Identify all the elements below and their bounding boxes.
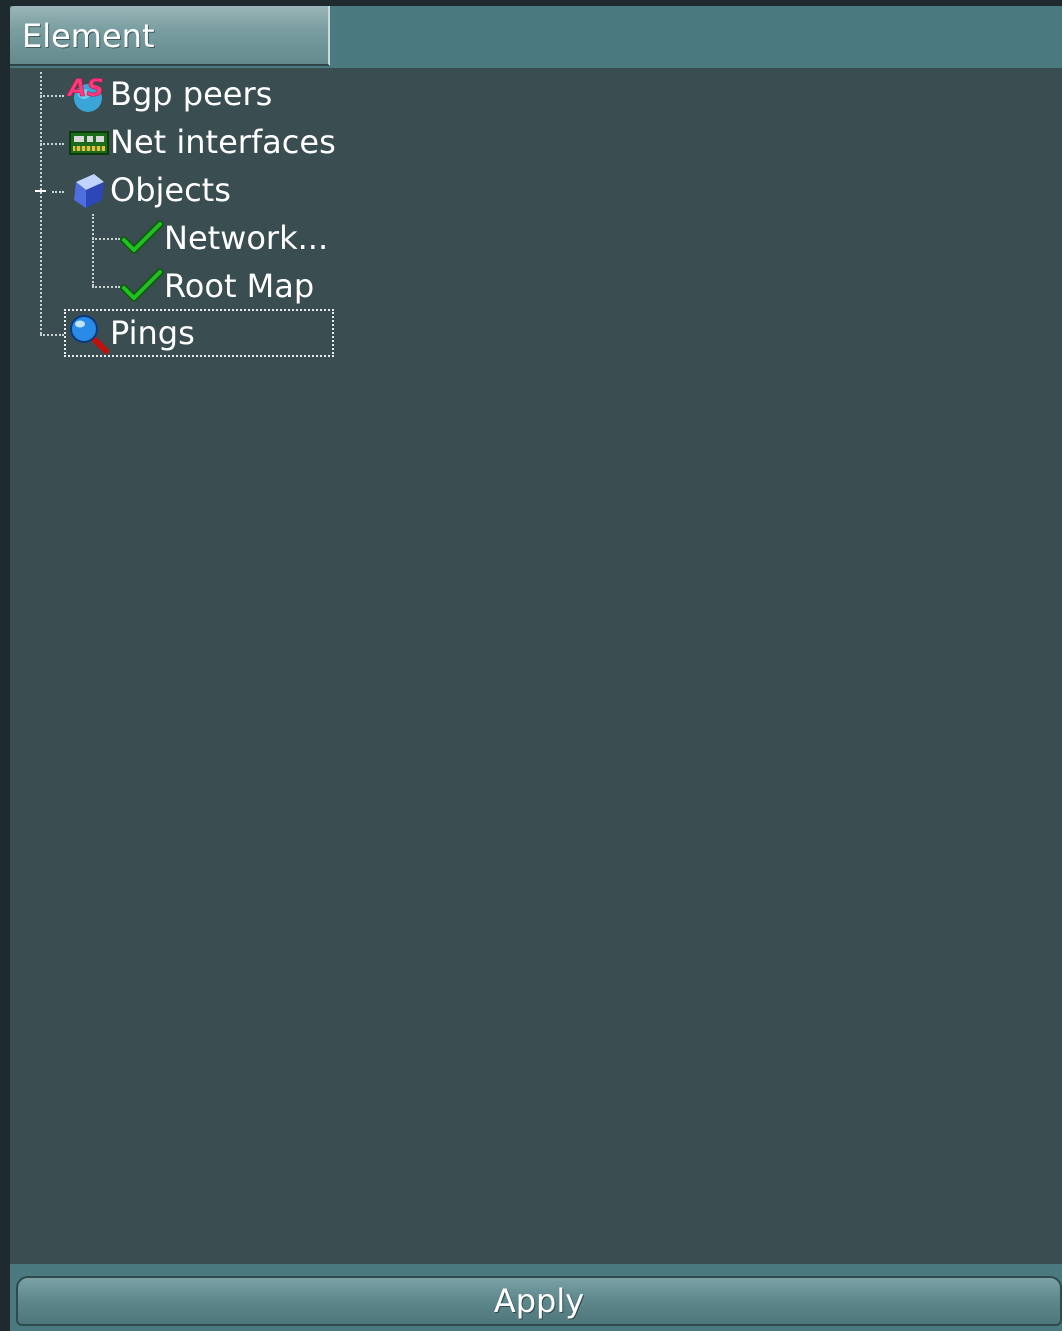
tree-item-label: Network... (164, 219, 329, 257)
minus-icon (35, 190, 46, 192)
tree-item-label: Bgp peers (110, 75, 273, 113)
as-globe-icon: AS (66, 72, 110, 116)
tree-header-row: Element (10, 6, 1062, 68)
magnifier-icon (66, 311, 110, 355)
tree-item-objects[interactable]: Objects (66, 168, 231, 212)
tree-item-label: Pings (110, 314, 195, 352)
checkmark-icon (120, 264, 164, 308)
tree-item-label: Objects (110, 171, 231, 209)
column-header-label: Element (22, 17, 155, 55)
footer-bar: Apply (10, 1264, 1062, 1331)
tree-guide-line (92, 238, 120, 240)
column-header-element[interactable]: Element (10, 6, 330, 66)
apply-button[interactable]: Apply (16, 1276, 1062, 1326)
collapse-toggle[interactable] (30, 181, 50, 201)
tree-guide-line (40, 143, 64, 145)
tree-guide-line (92, 286, 120, 288)
tree-item-label: Root Map (164, 267, 315, 305)
tree-guide-line (40, 334, 64, 336)
cube-icon (66, 168, 110, 212)
tree-guide-line (92, 214, 94, 286)
tree-item-pings[interactable]: Pings (64, 309, 334, 357)
tree-item-label: Net interfaces (110, 123, 336, 161)
tree-guide-line (40, 72, 42, 334)
tree-guide-line (40, 95, 64, 97)
tree-item-network[interactable]: Network... (120, 216, 328, 260)
apply-button-label: Apply (493, 1282, 585, 1320)
network-card-icon (66, 120, 110, 164)
checkmark-icon (120, 216, 164, 260)
tree-guide-line (52, 191, 64, 193)
element-tree[interactable]: AS Bgp peers Net interfaces Objects Netw… (10, 68, 1062, 1264)
tree-item-net-interfaces[interactable]: Net interfaces (66, 120, 336, 164)
svg-text:AS: AS (66, 74, 104, 102)
tree-item-bgp-peers[interactable]: AS Bgp peers (66, 72, 273, 116)
tree-item-root-map[interactable]: Root Map (120, 264, 314, 308)
